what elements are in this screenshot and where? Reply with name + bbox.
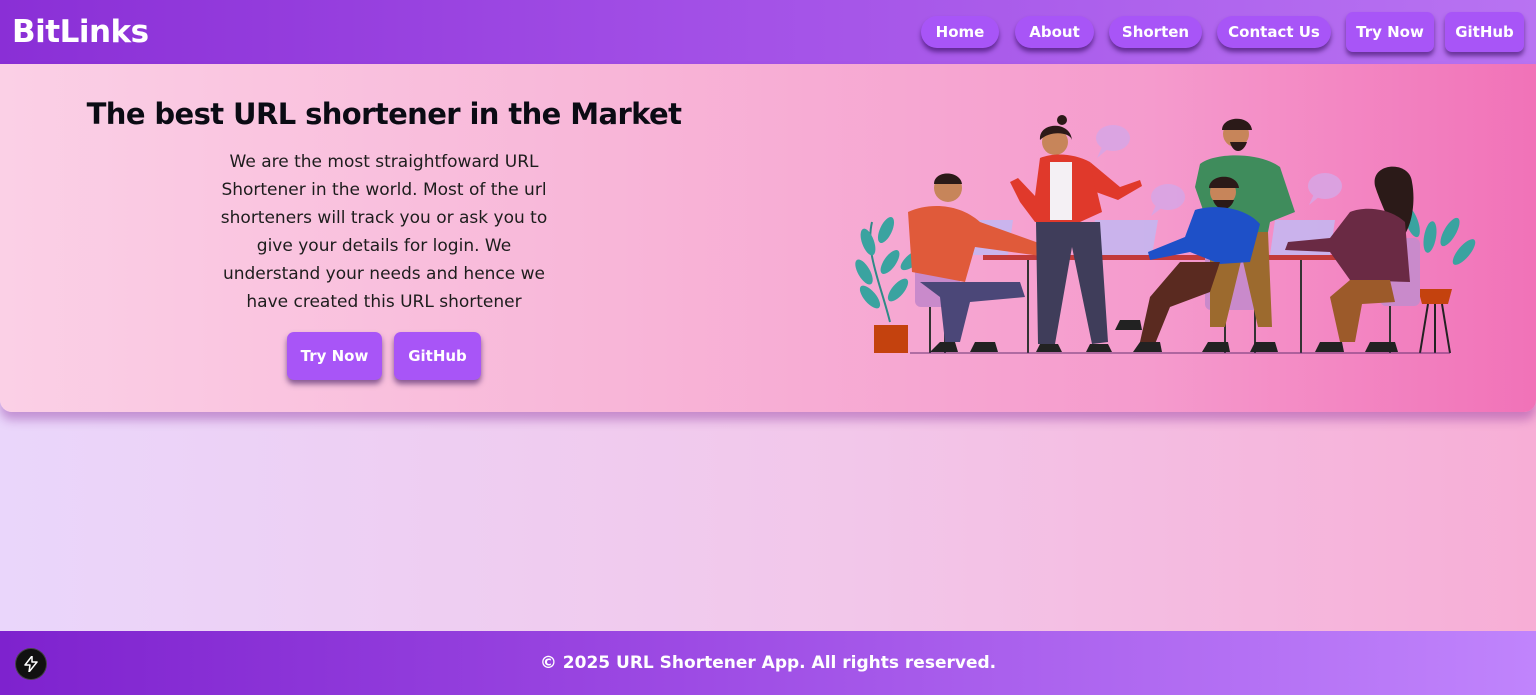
hero-try-now-button[interactable]: Try Now <box>287 332 382 380</box>
nav-home-button[interactable]: Home <box>921 16 999 48</box>
team-meeting-illustration <box>855 115 1476 354</box>
hero-title: The best URL shortener in the Market <box>86 97 682 131</box>
navbar: BitLinks Home About Shorten Contact Us T… <box>0 0 1536 64</box>
hero-description: We are the most straightfoward URL Short… <box>220 152 548 312</box>
hero-github-button[interactable]: GitHub <box>394 332 481 380</box>
nav-try-now-button[interactable]: Try Now <box>1346 12 1434 52</box>
nav-github-button[interactable]: GitHub <box>1445 12 1524 52</box>
hero-section: The best URL shortener in the Market We … <box>0 64 1536 412</box>
brand-logo[interactable]: BitLinks <box>12 12 149 52</box>
footer: © 2025 URL Shortener App. All rights res… <box>0 631 1536 695</box>
nav-about-button[interactable]: About <box>1015 16 1094 48</box>
lightning-icon <box>24 656 38 672</box>
nav-contact-button[interactable]: Contact Us <box>1217 16 1331 48</box>
footer-copyright: © 2025 URL Shortener App. All rights res… <box>539 653 997 673</box>
dev-tools-badge[interactable] <box>16 649 46 679</box>
nav-shorten-button[interactable]: Shorten <box>1109 16 1202 48</box>
